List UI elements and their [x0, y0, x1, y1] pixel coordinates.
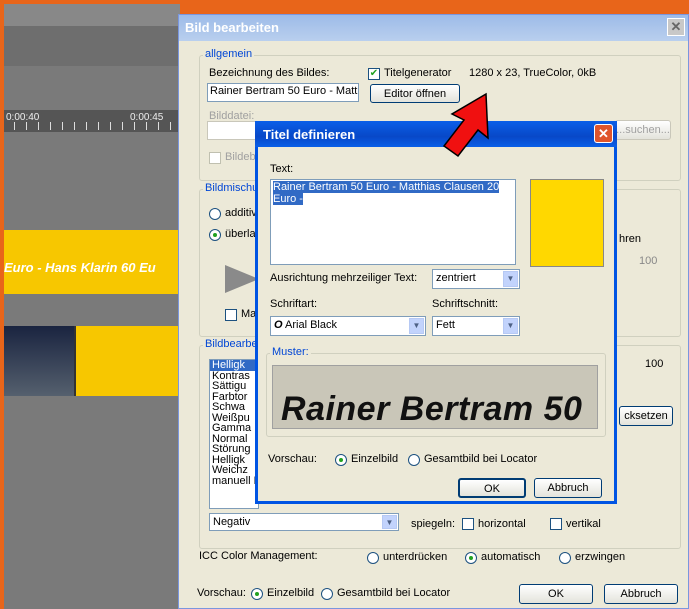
ok-button[interactable]: OK: [458, 478, 526, 498]
effect-select-value: Negativ: [213, 516, 251, 528]
titel-definieren-dialog: Titel definieren ✕ Text: Rainer Bertram …: [255, 121, 617, 504]
muster-text: Rainer Bertram 50: [281, 390, 583, 428]
schriftart-select[interactable]: O Arial Black ▼: [270, 316, 426, 336]
muster-label: Muster:: [270, 346, 311, 358]
list-item[interactable]: manuell Nachschärfen: [210, 475, 258, 487]
icc-erzwingen-radio[interactable]: [559, 552, 571, 564]
list-item[interactable]: Schwa: [210, 402, 258, 413]
icc-option-label: unterdrücken: [383, 551, 448, 563]
ihren-label: hren: [619, 233, 642, 245]
group-allgemein-label: allgemein: [203, 48, 255, 60]
group-bildbearbeitung-label: Bildbearbei: [203, 338, 263, 350]
list-item[interactable]: Weichz: [210, 465, 258, 476]
vorschau-option-label: Gesamtbild bei Locator: [337, 587, 451, 599]
dialog-titlebar[interactable]: Titel definieren ✕: [255, 121, 617, 147]
schriftschnitt-value: Fett: [436, 319, 455, 331]
horizontal-checkbox[interactable]: [462, 518, 474, 530]
vorschau-option-label: Gesamtbild bei Locator: [424, 453, 538, 465]
icc-option-label: erzwingen: [575, 551, 626, 563]
chevron-down-icon[interactable]: ▼: [382, 515, 397, 529]
titelgenerator-checkbox[interactable]: ✔: [368, 68, 380, 80]
red-arrow-icon: [442, 92, 489, 158]
ausrichtung-label: Ausrichtung mehrzeiliger Text:: [270, 272, 418, 284]
text-label: Text:: [270, 163, 294, 175]
vorschau-option-label: Einzelbild: [267, 587, 315, 599]
schriftschnitt-select[interactable]: Fett ▼: [432, 316, 520, 336]
mix-value: 100: [639, 255, 658, 267]
bildebene-checkbox[interactable]: [209, 152, 221, 164]
play-triangle-icon[interactable]: [225, 265, 259, 293]
abbruch-button[interactable]: Abbruch: [534, 478, 602, 498]
time-label-left: 0:00:40: [6, 112, 40, 123]
mask-label: Ma: [241, 308, 257, 320]
vorschau-label: Vorschau:: [197, 587, 246, 599]
bezeichnung-input[interactable]: Rainer Bertram 50 Euro - Matth...: [207, 83, 359, 102]
ok-button[interactable]: OK: [519, 584, 593, 604]
dialog-titlebar[interactable]: Bild bearbeiten ✕: [179, 15, 688, 41]
vorschau-gesamtbild-radio[interactable]: [321, 588, 333, 600]
additiv-label: additiv: [225, 207, 257, 219]
icc-label: ICC Color Management:: [199, 550, 318, 562]
vertikal-label: vertikal: [566, 518, 601, 530]
schriftart-value: Arial Black: [285, 319, 337, 331]
vorschau-einzelbild-radio[interactable]: [251, 588, 263, 600]
chevron-down-icon[interactable]: ▼: [503, 318, 518, 334]
icc-unterdruecken-radio[interactable]: [367, 552, 379, 564]
dialog-title: Titel definieren: [263, 127, 356, 142]
title-clip-text: Euro - Hans Klarin 60 Eu: [4, 260, 156, 275]
ausrichtung-value: zentriert: [436, 272, 476, 284]
effect-select[interactable]: Negativ ▼: [209, 513, 399, 531]
text-area[interactable]: Rainer Bertram 50 Euro - Matthias Clause…: [270, 179, 516, 265]
horizontal-label: horizontal: [478, 518, 526, 530]
timeline-panel: 0:00:40 0:00:45 Euro - Hans Klarin 60 Eu: [4, 4, 180, 609]
icc-automatisch-radio[interactable]: [465, 552, 477, 564]
clip-yellow-bar: [76, 326, 180, 396]
color-swatch[interactable]: [530, 179, 604, 267]
vorschau-label: Vorschau:: [268, 453, 317, 465]
abbruch-button[interactable]: Abbruch: [604, 584, 678, 604]
list-item[interactable]: Gamma: [210, 423, 258, 434]
vorschau-gesamtbild-radio[interactable]: [408, 454, 420, 466]
titelgenerator-label: Titelgenerator: [384, 67, 452, 79]
time-ruler: 0:00:40 0:00:45: [4, 110, 180, 132]
dialog-title: Bild bearbeiten: [185, 20, 279, 35]
close-icon[interactable]: ✕: [594, 124, 613, 143]
timeline-track: [4, 26, 180, 66]
zuruecksetzen-button[interactable]: cksetzen: [619, 406, 673, 426]
image-clip[interactable]: [4, 326, 180, 396]
ueberlagern-radio[interactable]: [209, 229, 221, 241]
durchsuchen-button[interactable]: ...suchen...: [615, 120, 671, 140]
schriftart-label: Schriftart:: [270, 298, 318, 310]
vorschau-option-label: Einzelbild: [351, 453, 399, 465]
vorschau-einzelbild-radio[interactable]: [335, 454, 347, 466]
text-value: Rainer Bertram 50 Euro - Matthias Clause…: [273, 181, 500, 205]
list-item[interactable]: Sättigu: [210, 381, 258, 392]
schriftschnitt-label: Schriftschnitt:: [432, 298, 499, 310]
effects-list[interactable]: Helligk Kontras Sättigu Farbtor Schwa We…: [209, 359, 259, 509]
bezeichnung-label: Bezeichnung des Bildes:: [209, 67, 330, 79]
close-icon[interactable]: ✕: [667, 18, 685, 36]
chevron-down-icon[interactable]: ▼: [409, 318, 424, 334]
vertikal-checkbox[interactable]: [550, 518, 562, 530]
image-info: 1280 x 23, TrueColor, 0kB: [469, 67, 597, 79]
muster-preview: Rainer Bertram 50: [272, 365, 598, 429]
effect-value: 100: [645, 358, 664, 370]
list-item[interactable]: Helligk: [210, 360, 258, 371]
mask-checkbox[interactable]: [225, 309, 237, 321]
opentype-icon: O: [274, 319, 283, 331]
icc-option-label: automatisch: [481, 551, 541, 563]
chevron-down-icon[interactable]: ▼: [503, 271, 518, 287]
timeline-header: [4, 4, 180, 26]
spiegeln-label: spiegeln:: [411, 518, 456, 530]
clip-thumbnail: [4, 326, 74, 396]
list-item[interactable]: Störung: [210, 444, 258, 455]
ausrichtung-select[interactable]: zentriert ▼: [432, 269, 520, 289]
additiv-radio[interactable]: [209, 208, 221, 220]
